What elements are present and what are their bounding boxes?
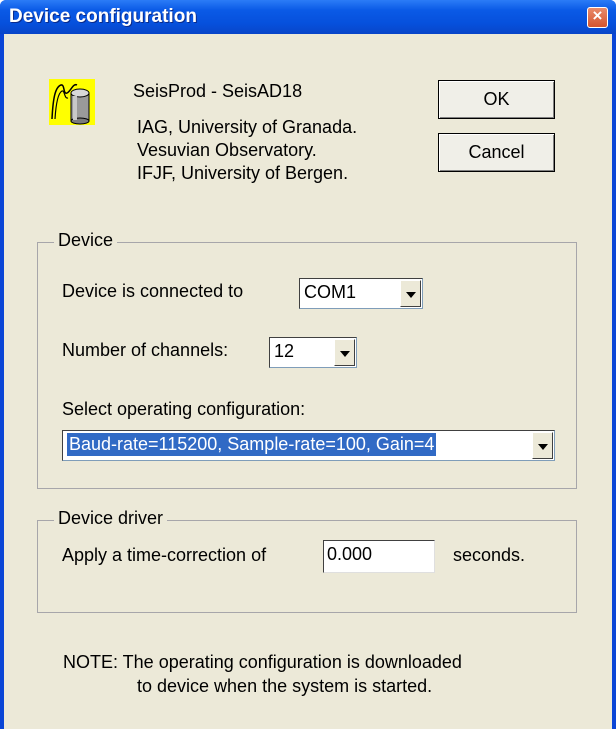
operating-config-value: Baud-rate=115200, Sample-rate=100, Gain=… (65, 432, 438, 457)
close-icon: × (592, 6, 603, 25)
channels-select-value: 12 (274, 341, 295, 361)
ok-button-label: OK (483, 89, 510, 109)
connected-to-label: Device is connected to (62, 281, 244, 301)
dialog-body: SeisProd - SeisAD18 IAG, University of G… (4, 34, 612, 729)
credit-line-2: Vesuvian Observatory. (137, 140, 317, 160)
driver-group (37, 520, 577, 613)
time-correction-input[interactable]: 0.000 (323, 540, 435, 573)
channels-label: Number of channels: (62, 340, 229, 360)
note-line-1: NOTE: The operating configuration is dow… (63, 652, 462, 672)
cancel-button[interactable]: Cancel (438, 133, 555, 172)
device-configuration-window: Device configuration × SeisProd - SeisAD… (0, 0, 616, 729)
note-line-2: to device when the system is started. (137, 676, 433, 696)
driver-group-label: Device driver (54, 508, 168, 529)
chevron-down-icon[interactable] (400, 280, 421, 307)
config-label: Select operating configuration: (62, 399, 306, 419)
operating-config-select[interactable]: Baud-rate=115200, Sample-rate=100, Gain=… (62, 430, 555, 461)
device-group-label: Device (54, 230, 118, 251)
seconds-label: seconds. (453, 545, 526, 565)
credit-line-3: IFJF, University of Bergen. (137, 163, 349, 183)
ok-button[interactable]: OK (438, 80, 555, 119)
time-correction-value: 0.000 (327, 544, 373, 564)
chevron-down-icon[interactable] (532, 432, 553, 459)
time-correction-label: Apply a time-correction of (62, 545, 267, 565)
close-button[interactable]: × (587, 6, 608, 28)
channels-select[interactable]: 12 (269, 337, 357, 368)
port-select[interactable]: COM1 (299, 278, 423, 309)
window-title: Device configuration (9, 6, 197, 27)
cancel-button-label: Cancel (468, 142, 525, 162)
title-bar[interactable]: Device configuration × (0, 0, 616, 34)
app-name: SeisProd - SeisAD18 (133, 81, 303, 101)
chevron-down-icon[interactable] (334, 339, 355, 366)
port-select-value: COM1 (304, 282, 357, 302)
credit-line-1: IAG, University of Granada. (137, 117, 358, 137)
seismometer-app-icon (49, 79, 95, 125)
